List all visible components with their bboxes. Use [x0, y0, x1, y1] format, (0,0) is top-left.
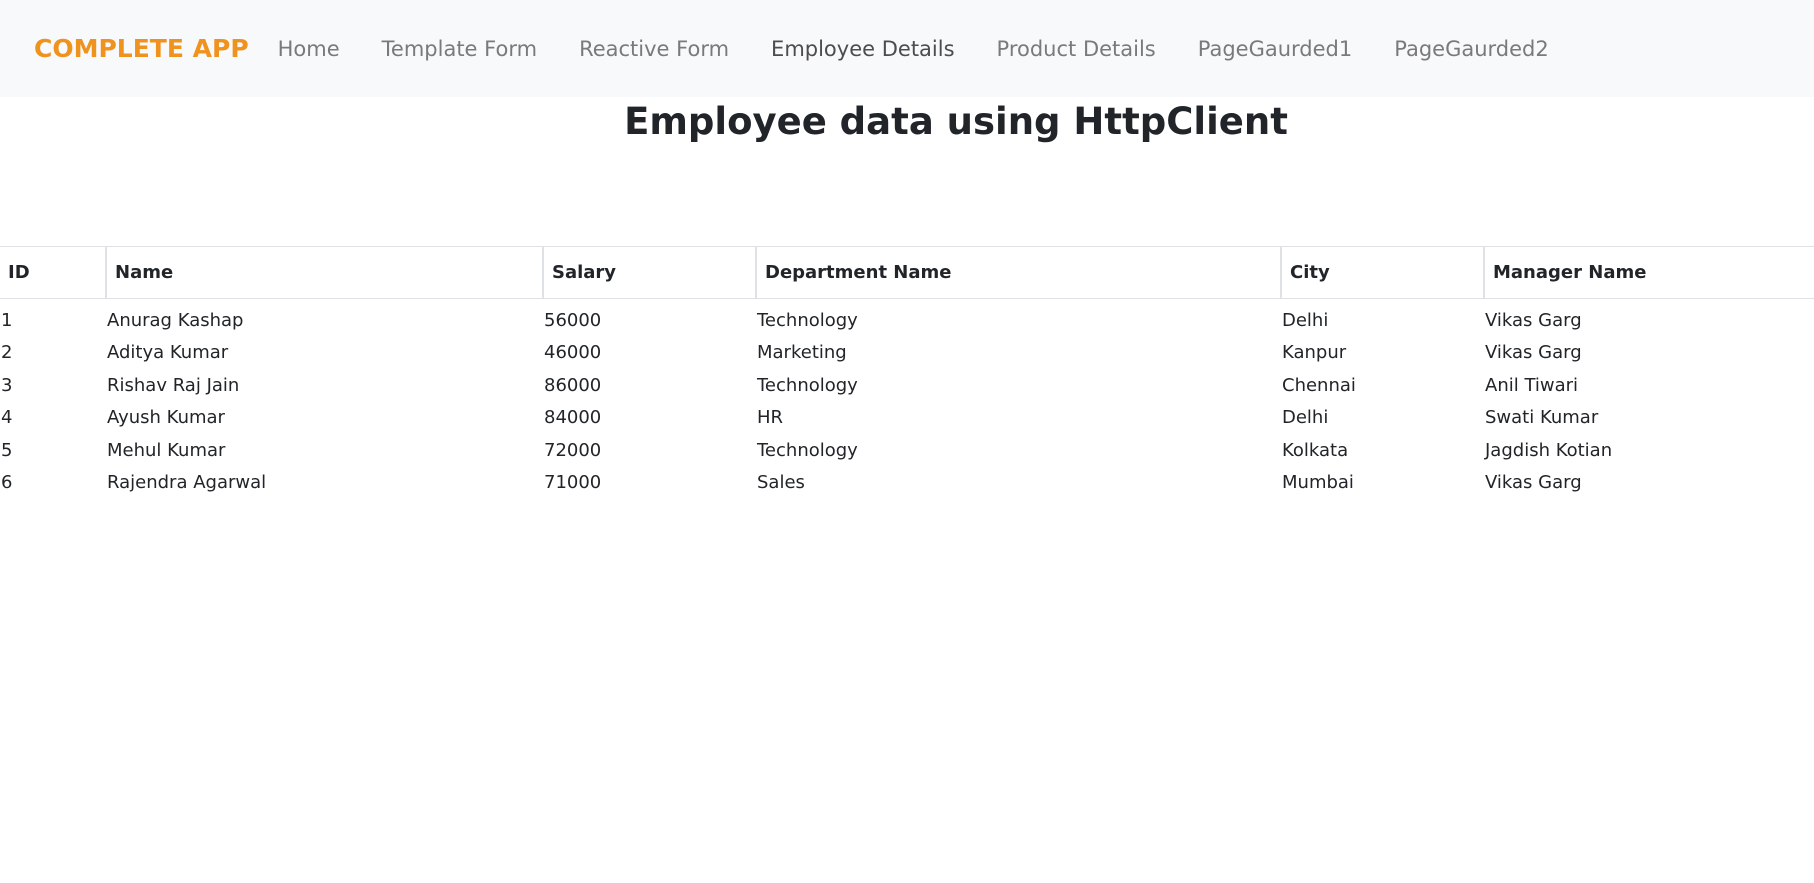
table-row: 6 Rajendra Agarwal 71000 Sales Mumbai Vi… — [0, 467, 1814, 500]
cell-manager: Vikas Garg — [1485, 342, 1582, 364]
column-header-name: Name — [105, 246, 543, 299]
cell-department: Sales — [757, 472, 805, 494]
cell-id: 1 — [1, 310, 13, 332]
cell-department: HR — [757, 407, 784, 429]
employee-table: ID Name Salary Department Name City Mana… — [0, 246, 1814, 499]
nav-link-employee-details[interactable]: Employee Details — [750, 37, 975, 61]
column-header-salary: Salary — [542, 246, 756, 299]
cell-department: Technology — [757, 374, 858, 396]
cell-salary: 72000 — [544, 439, 602, 461]
table-header-row: ID Name Salary Department Name City Mana… — [0, 246, 1814, 299]
table-header: ID Name Salary Department Name City Mana… — [0, 246, 1814, 299]
cell-name: Aditya Kumar — [107, 342, 229, 364]
table-row: 4 Ayush Kumar 84000 HR Delhi Swati Kumar — [0, 402, 1814, 435]
cell-name: Ayush Kumar — [107, 407, 225, 429]
table-body: 1 Anurag Kashap 56000 Technology Delhi V… — [0, 299, 1814, 500]
cell-name: Rishav Raj Jain — [107, 374, 240, 396]
cell-manager: Vikas Garg — [1485, 310, 1582, 332]
cell-name: Anurag Kashap — [107, 310, 244, 332]
nav-link-page-gaurded-1[interactable]: PageGaurded1 — [1177, 37, 1374, 61]
cell-name: Rajendra Agarwal — [107, 472, 267, 494]
nav-links: Home Template Form Reactive Form Employe… — [257, 37, 1570, 61]
employee-table-container: ID Name Salary Department Name City Mana… — [0, 246, 1814, 499]
column-header-manager: Manager Name — [1483, 246, 1814, 299]
cell-city: Mumbai — [1282, 472, 1354, 494]
brand-link[interactable]: COMPLETE APP — [34, 34, 249, 63]
column-header-id: ID — [0, 246, 106, 299]
cell-id: 4 — [1, 407, 13, 429]
table-row: 2 Aditya Kumar 46000 Marketing Kanpur Vi… — [0, 337, 1814, 370]
cell-salary: 56000 — [544, 310, 602, 332]
table-row: 1 Anurag Kashap 56000 Technology Delhi V… — [0, 299, 1814, 337]
cell-city: Delhi — [1282, 310, 1329, 332]
cell-manager: Jagdish Kotian — [1485, 439, 1613, 461]
cell-city: Kolkata — [1282, 439, 1349, 461]
nav-link-product-details[interactable]: Product Details — [976, 37, 1177, 61]
cell-department: Technology — [757, 310, 858, 332]
cell-salary: 71000 — [544, 472, 602, 494]
cell-manager: Vikas Garg — [1485, 472, 1582, 494]
nav-link-template-form[interactable]: Template Form — [361, 37, 558, 61]
nav-link-page-gaurded-2[interactable]: PageGaurded2 — [1373, 37, 1570, 61]
cell-manager: Anil Tiwari — [1485, 374, 1579, 396]
nav-link-reactive-form[interactable]: Reactive Form — [558, 37, 750, 61]
nav-link-home[interactable]: Home — [257, 37, 361, 61]
cell-city: Chennai — [1282, 374, 1356, 396]
cell-id: 6 — [1, 472, 13, 494]
cell-salary: 86000 — [544, 374, 602, 396]
cell-department: Technology — [757, 439, 858, 461]
cell-manager: Swati Kumar — [1485, 407, 1599, 429]
cell-id: 5 — [1, 439, 13, 461]
column-header-city: City — [1280, 246, 1484, 299]
cell-name: Mehul Kumar — [107, 439, 226, 461]
column-header-department: Department Name — [755, 246, 1281, 299]
navbar: COMPLETE APP Home Template Form Reactive… — [0, 0, 1814, 97]
cell-city: Delhi — [1282, 407, 1329, 429]
cell-id: 2 — [1, 342, 13, 364]
table-row: 3 Rishav Raj Jain 86000 Technology Chenn… — [0, 369, 1814, 402]
table-row: 5 Mehul Kumar 72000 Technology Kolkata J… — [0, 434, 1814, 467]
cell-salary: 84000 — [544, 407, 602, 429]
cell-id: 3 — [1, 374, 13, 396]
cell-department: Marketing — [757, 342, 847, 364]
cell-city: Kanpur — [1282, 342, 1347, 364]
page-title: Employee data using HttpClient — [624, 100, 1288, 143]
cell-salary: 46000 — [544, 342, 602, 364]
